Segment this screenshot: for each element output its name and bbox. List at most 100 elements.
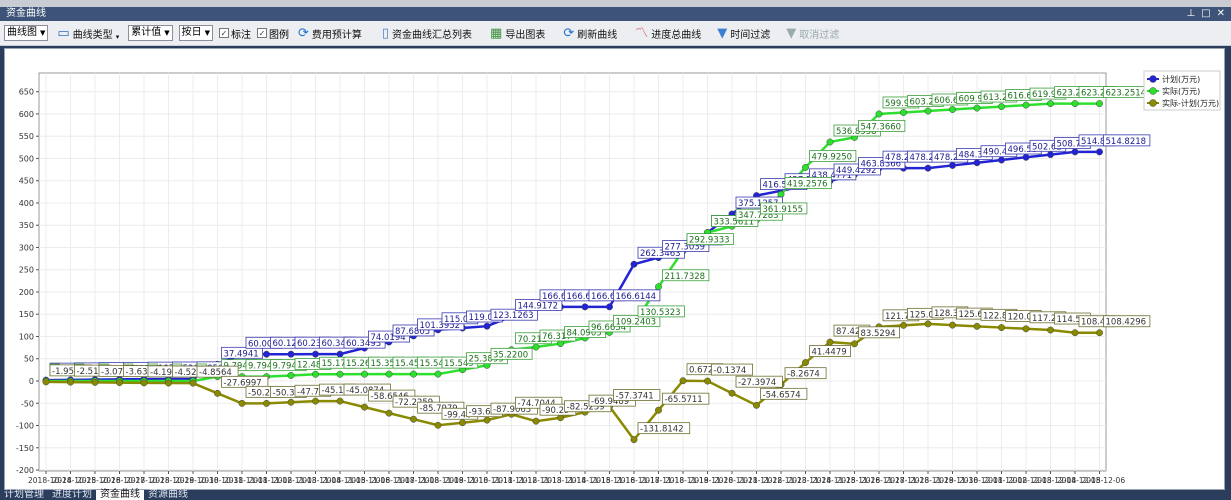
data-point: [91, 378, 99, 386]
cancel-filter-button[interactable]: ▼ 取消过滤: [783, 26, 842, 41]
progress-curve-button[interactable]: 〽进度总曲线: [632, 26, 704, 41]
data-point: [434, 370, 442, 378]
period-value: 按日: [181, 27, 202, 38]
y-tick-label: 450: [19, 177, 34, 186]
data-point: [1071, 329, 1079, 337]
monitor-icon: ▭: [57, 25, 70, 41]
data-point: [826, 138, 834, 146]
value-mode-dropdown[interactable]: 累计值 ▼: [128, 25, 173, 41]
period-dropdown[interactable]: 按日 ▼: [178, 25, 213, 41]
data-label: 479.9250: [812, 152, 853, 162]
data-point: [655, 283, 662, 291]
data-point: [998, 103, 1005, 111]
data-point: [1047, 326, 1054, 334]
y-tick-label: 650: [19, 88, 34, 97]
y-tick-label: 250: [19, 266, 34, 275]
checkbox-checked-icon: ✓: [256, 28, 267, 38]
data-point: [802, 163, 809, 171]
data-label: -0.1374: [714, 366, 747, 376]
data-point: [949, 321, 956, 329]
data-point: [189, 379, 197, 387]
time-filter-button[interactable]: ▼ 时间过滤: [714, 26, 773, 41]
legend-checkbox[interactable]: ✓ 图例: [256, 26, 289, 41]
data-label: -65.5711: [665, 395, 703, 405]
data-point: [459, 419, 466, 427]
data-point: [263, 350, 270, 358]
maximize-icon[interactable]: □: [1201, 7, 1210, 21]
data-point: [973, 159, 981, 167]
data-point: [924, 320, 932, 328]
legend-checkbox-label: 图例: [268, 29, 289, 41]
y-tick-label: 200: [19, 288, 34, 297]
legend-swatch-marker: [1149, 75, 1157, 83]
data-point: [238, 399, 246, 407]
data-label: -27.3974: [738, 378, 776, 388]
data-point: [606, 303, 613, 311]
data-point: [900, 321, 907, 329]
x-tick-label: 2018-12-06: [1082, 476, 1126, 485]
data-point: [336, 350, 344, 358]
window-title: 资金曲线: [6, 8, 46, 19]
data-point: [214, 389, 221, 397]
data-label: 547.3660: [861, 122, 902, 132]
y-tick-label: -200: [16, 466, 34, 475]
data-label: 144.9172: [518, 302, 559, 312]
y-tick-label: 550: [19, 132, 34, 141]
data-point: [1071, 148, 1079, 156]
close-icon[interactable]: ✕: [1217, 7, 1225, 21]
data-point: [1022, 101, 1030, 109]
export-button[interactable]: ▦ 导出图表: [487, 26, 548, 41]
data-point: [1047, 151, 1054, 159]
y-tick-label: -50: [21, 399, 34, 408]
summary-list-button[interactable]: ▯ 资金曲线汇总列表: [379, 26, 475, 41]
refresh-button[interactable]: ⟳ 刷新曲线: [560, 26, 620, 41]
data-label: 41.4479: [812, 348, 847, 358]
data-point: [140, 379, 148, 387]
data-label: 623.2514: [1106, 89, 1147, 99]
curve-type-button[interactable]: ▭ 曲线类型 ▾: [54, 26, 122, 41]
data-point: [1047, 100, 1054, 108]
chevron-down-icon: ▼: [164, 29, 170, 37]
chart-view-dropdown[interactable]: 曲线图 ▼: [4, 25, 49, 41]
label-checkbox[interactable]: ✓ 标注: [218, 26, 251, 41]
data-point: [287, 350, 295, 358]
legend-entry: 实际-计划(万元): [1162, 98, 1219, 108]
chart-view-value: 曲线图: [7, 27, 37, 38]
data-label: 419.2576: [787, 179, 828, 189]
data-label: 211.7328: [665, 272, 706, 282]
data-point: [312, 397, 319, 405]
tab-schedule[interactable]: 进度计划: [48, 490, 96, 500]
data-point: [777, 190, 785, 198]
data-point: [434, 421, 442, 429]
chevron-down-icon: ▾: [115, 32, 120, 41]
y-tick-label: 350: [19, 221, 34, 230]
data-point: [42, 378, 50, 386]
data-point: [263, 399, 270, 407]
data-point: [1022, 325, 1030, 333]
data-point: [287, 371, 295, 379]
pin-icon[interactable]: ⊥: [1186, 7, 1195, 21]
data-point: [410, 415, 417, 423]
refresh-icon: ⟳: [563, 25, 575, 41]
desktop-strip: [0, 0, 1231, 7]
y-tick-label: 500: [19, 154, 34, 163]
precompute-label: 费用预计算: [311, 29, 362, 41]
chevron-down-icon: ▼: [40, 29, 46, 37]
data-label: 35.2200: [493, 350, 528, 360]
y-tick-label: 0: [29, 377, 34, 386]
data-point: [336, 370, 344, 378]
legend-entry: 计划(万元): [1162, 74, 1200, 84]
data-point: [361, 370, 368, 378]
precompute-button[interactable]: ⟳ 费用预计算: [295, 26, 365, 41]
tab-plan-management[interactable]: 计划管理: [0, 490, 48, 500]
tab-fund-curve[interactable]: 资金曲线: [96, 490, 144, 500]
data-point: [949, 106, 956, 113]
data-point: [1096, 329, 1103, 337]
y-tick-label: -100: [16, 422, 34, 431]
data-label: 361.9155: [763, 205, 804, 215]
cancel-filter-label: 取消过滤: [799, 29, 840, 41]
data-point: [336, 397, 344, 405]
data-point: [973, 322, 981, 330]
tab-resource-curve[interactable]: 资源曲线: [144, 490, 192, 500]
data-point: [532, 343, 540, 351]
